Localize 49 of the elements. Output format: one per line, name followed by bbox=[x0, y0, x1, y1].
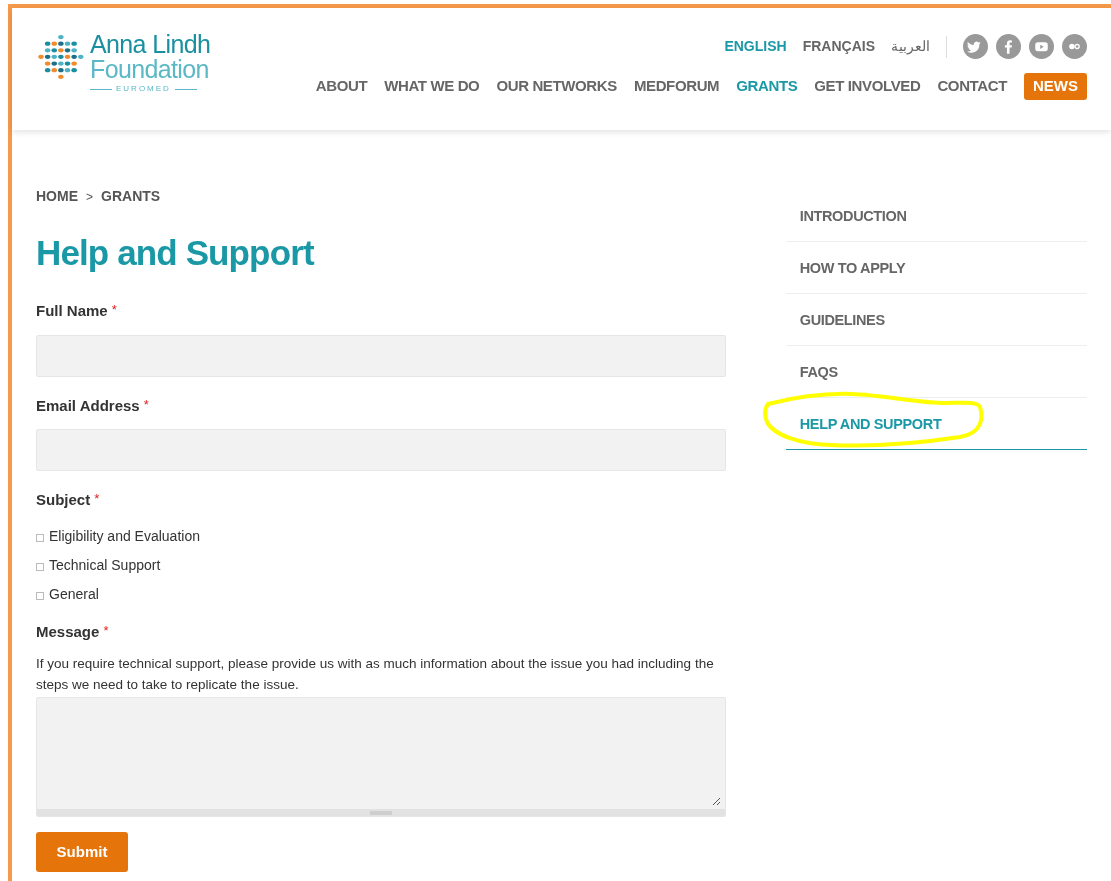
checkbox-label: Eligibility and Evaluation bbox=[49, 526, 200, 546]
sidebar-link[interactable]: HOW TO APPLY bbox=[785, 242, 1087, 294]
news-button[interactable]: NEWS bbox=[1024, 73, 1087, 100]
nav-link[interactable]: GRANTS bbox=[736, 75, 798, 98]
field-label: Message bbox=[36, 621, 100, 642]
drag-handle-icon[interactable] bbox=[369, 810, 392, 815]
play-icon[interactable] bbox=[1029, 34, 1054, 59]
checkbox-label: Technical Support bbox=[49, 555, 161, 575]
breadcrumb-separator: > bbox=[86, 188, 93, 206]
logo-name: Foundation bbox=[90, 57, 210, 82]
field-label: Subject bbox=[36, 490, 91, 510]
letter-f-icon[interactable] bbox=[996, 34, 1021, 59]
email-field[interactable] bbox=[36, 429, 726, 471]
resize-grip-icon[interactable] bbox=[710, 796, 721, 806]
message-help-text: If you require technical support, please provide us with as much information about the issue you had including the steps we need to take to replicate the issue. bbox=[36, 655, 715, 694]
nav-link[interactable]: CONTACT bbox=[937, 75, 1007, 98]
checkbox-label: General bbox=[49, 584, 99, 604]
logo-name: Anna Lindh bbox=[90, 32, 211, 57]
sidebar-link[interactable]: GUIDELINES bbox=[785, 294, 1087, 346]
nav-link[interactable]: OUR NETWORKS bbox=[496, 75, 617, 98]
sidebar-link[interactable]: INTRODUCTION bbox=[785, 190, 1087, 242]
required-mark: * bbox=[143, 395, 149, 414]
checkbox[interactable] bbox=[36, 592, 44, 600]
message-field[interactable] bbox=[36, 697, 726, 817]
breadcrumb-link[interactable]: HOME bbox=[36, 186, 78, 207]
page-title: Help and Support bbox=[36, 235, 316, 270]
required-mark: * bbox=[103, 621, 109, 640]
submit-button[interactable]: Submit bbox=[36, 832, 128, 872]
two-dots-icon[interactable] bbox=[1062, 34, 1087, 59]
language-link[interactable]: ENGLISH bbox=[724, 36, 787, 57]
nav-link[interactable]: GET INVOLVED bbox=[814, 75, 921, 98]
checkbox[interactable] bbox=[36, 534, 44, 542]
sidebar-link[interactable]: FAQS bbox=[785, 346, 1087, 398]
language-link[interactable]: العربية bbox=[891, 36, 930, 57]
language-link[interactable]: FRANÇAIS bbox=[802, 36, 875, 57]
bird-icon[interactable] bbox=[963, 34, 988, 59]
sidebar-link[interactable]: HELP AND SUPPORT bbox=[785, 398, 1087, 450]
field-label: Email Address bbox=[36, 395, 140, 416]
logo-tagline: EUROMED bbox=[116, 85, 171, 93]
breadcrumb-link[interactable]: GRANTS bbox=[101, 186, 161, 207]
nav-link[interactable]: ABOUT bbox=[315, 75, 368, 98]
nav-link[interactable]: WHAT WE DO bbox=[384, 75, 480, 98]
checkbox[interactable] bbox=[36, 563, 44, 571]
dotted-circle-logo-icon bbox=[36, 32, 86, 82]
nav-link[interactable]: MEDFORUM bbox=[633, 75, 720, 98]
full-name-field[interactable] bbox=[36, 334, 726, 377]
field-label: Full Name bbox=[36, 301, 108, 321]
required-mark: * bbox=[94, 490, 100, 508]
required-mark: * bbox=[111, 301, 117, 319]
